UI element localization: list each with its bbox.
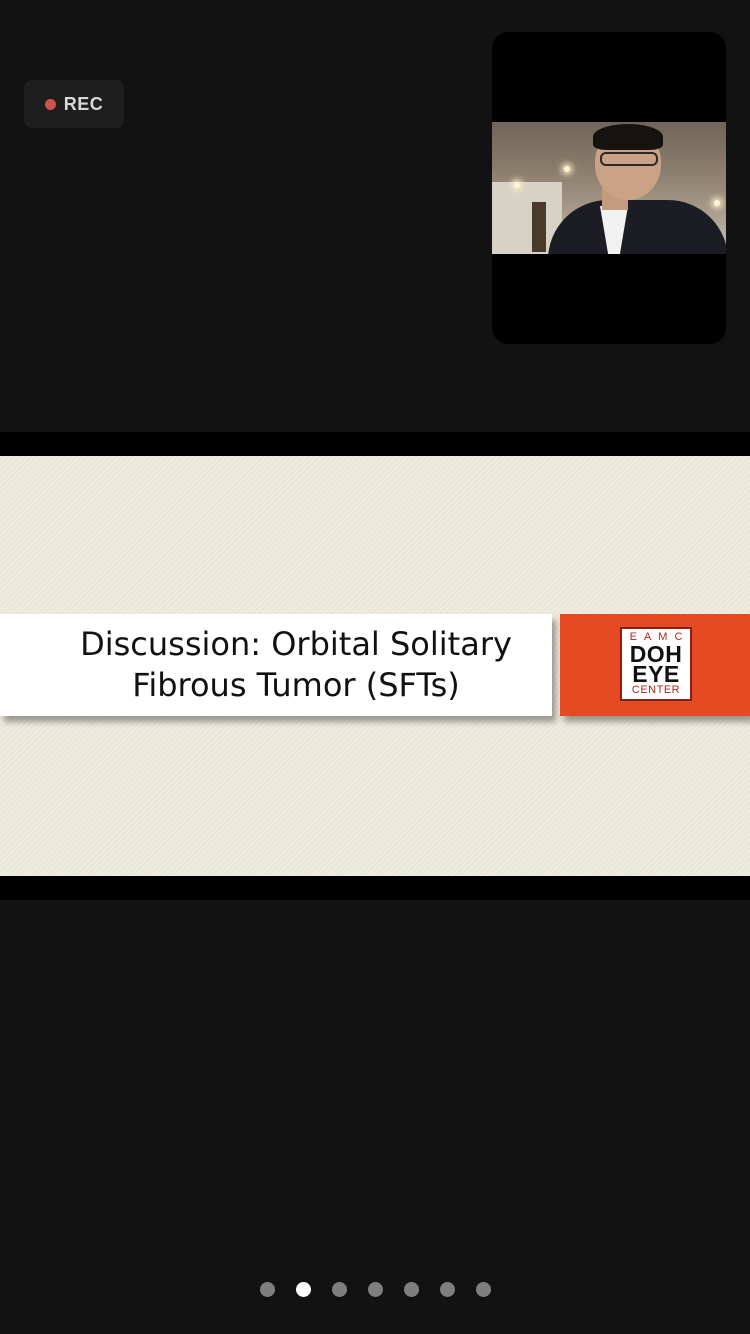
logo-banner: EAMC DOH EYE CENTER (560, 614, 750, 716)
doheny-eye-center-logo: EAMC DOH EYE CENTER (620, 627, 692, 701)
record-dot-icon (44, 98, 56, 110)
logo-middle-text-2: EYE (632, 661, 680, 687)
participant-video (492, 122, 726, 254)
self-video-thumbnail[interactable] (492, 32, 726, 344)
slide-title-line-1: Discussion: Orbital Solitary (80, 625, 512, 663)
page-dot[interactable] (475, 1282, 491, 1297)
slide-title-line-2: Fibrous Tumor (SFTs) (132, 666, 460, 704)
page-dot[interactable] (259, 1282, 275, 1297)
recording-indicator[interactable]: REC (24, 80, 124, 128)
logo-bottom-text: CENTER (631, 684, 681, 696)
slide-title: Discussion: Orbital Solitary Fibrous Tum… (6, 624, 546, 706)
meeting-screen: REC Discussion: Orbital Solitary Fibrous… (0, 0, 750, 1334)
page-dot[interactable] (331, 1282, 347, 1297)
page-dot[interactable] (367, 1282, 383, 1297)
page-indicator[interactable] (0, 1282, 750, 1298)
page-dot[interactable] (403, 1282, 419, 1297)
recording-label: REC (63, 93, 104, 114)
page-dot[interactable] (439, 1282, 455, 1297)
shared-slide[interactable]: Discussion: Orbital Solitary Fibrous Tum… (0, 456, 750, 876)
slide-title-banner: Discussion: Orbital Solitary Fibrous Tum… (0, 614, 552, 716)
page-dot[interactable] (295, 1282, 311, 1297)
